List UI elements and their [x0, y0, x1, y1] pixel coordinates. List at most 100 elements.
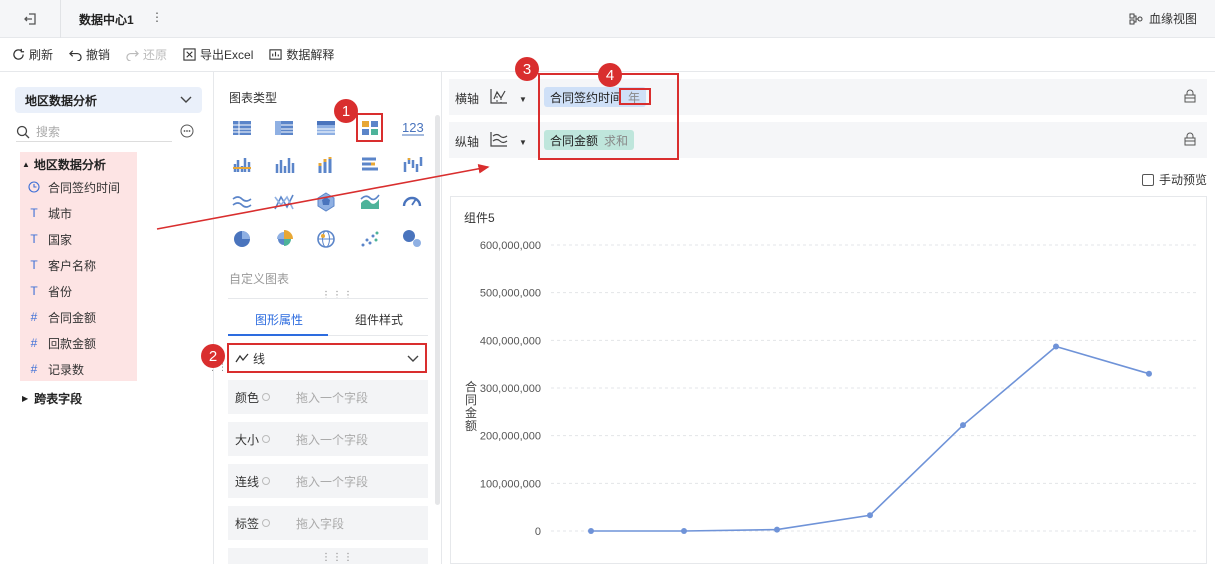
drag-handle-icon[interactable]: ⋮⋮ [208, 363, 228, 372]
field-label: 城市 [48, 206, 73, 221]
cross-table-fields[interactable]: ▶ 跨表字段 [22, 390, 82, 407]
mark-type-label: 线 [253, 351, 266, 366]
gauge-chart-icon[interactable] [401, 191, 423, 213]
refresh-button[interactable]: 刷新 [12, 46, 53, 63]
y-axis-field-pill[interactable]: 合同金额 求和 [544, 130, 635, 150]
grouped-bar-icon[interactable] [231, 154, 253, 176]
area-line-icon[interactable] [231, 191, 253, 213]
cross-table-chart-icon[interactable] [273, 117, 295, 139]
x-axis-row[interactable]: 横轴 ▼ 合同签约时间 年 [449, 79, 1207, 115]
y-tick-label: 400,000,000 [480, 335, 541, 347]
radar-chart-icon[interactable] [315, 191, 337, 213]
data-point[interactable] [774, 526, 780, 533]
redo-icon [126, 50, 139, 61]
kpi-123-icon[interactable]: 123 [401, 117, 425, 139]
rose-chart-icon[interactable] [273, 228, 295, 250]
undo-button[interactable]: 撤销 [69, 46, 110, 63]
chart-type-label: 图表类型 [229, 91, 278, 105]
field-item[interactable]: T 省份 [28, 282, 72, 300]
scatter-chart-icon[interactable] [359, 228, 381, 250]
label-label: 标签 [235, 516, 260, 531]
manual-preview-label: 手动预览 [1158, 173, 1207, 187]
multi-line-icon[interactable] [273, 191, 295, 213]
data-point[interactable] [1146, 370, 1152, 377]
field-item[interactable]: T 城市 [28, 204, 72, 222]
field-item[interactable]: T 国家 [28, 230, 72, 248]
undo-icon [69, 50, 82, 61]
settings-icon[interactable] [262, 477, 271, 485]
caret-down-icon[interactable]: ▼ [519, 138, 527, 147]
area-chart-icon[interactable] [359, 191, 381, 213]
label-field-slot[interactable]: 标签 拖入字段 [228, 506, 428, 540]
line-chart: 0 100,000,000 200,000,000 300,000,000 400,00… [465, 240, 1196, 538]
y-axis-row[interactable]: 纵轴 ▼ 合同金额 求和 [449, 122, 1207, 158]
lock-icon[interactable] [1183, 89, 1197, 103]
panel-scrollbar[interactable] [435, 115, 440, 505]
bar-chart-icon[interactable] [359, 154, 381, 176]
dataset-select[interactable]: 地区数据分析 [15, 87, 202, 113]
field-label: 记录数 [48, 362, 85, 377]
field-item[interactable]: T 客户名称 [28, 256, 96, 274]
data-explain-button[interactable]: 数据解释 [269, 46, 334, 63]
data-point[interactable] [1053, 343, 1059, 350]
line-mark-icon [235, 353, 249, 363]
count-type-icon: # [30, 362, 38, 376]
map-chart-icon[interactable] [315, 228, 337, 250]
field-item[interactable]: 合同签约时间 [28, 178, 120, 196]
data-point[interactable] [867, 512, 873, 519]
y-axis-icon [490, 132, 508, 147]
y-tick-label: 300,000,000 [480, 383, 541, 395]
exit-icon[interactable] [22, 10, 40, 28]
field-group-header[interactable]: ▲ 地区数据分析 [22, 156, 106, 173]
number-type-icon: # [30, 336, 38, 350]
redo-button[interactable]: 还原 [126, 46, 167, 63]
caret-down-icon[interactable]: ▼ [519, 95, 527, 104]
x-field-granularity[interactable]: 年 [628, 89, 640, 106]
x-field-name: 合同签约时间 [550, 90, 623, 105]
lineage-icon [1129, 13, 1143, 24]
size-field-slot[interactable]: 大小 拖入一个字段 [228, 422, 428, 456]
stacked-column-icon[interactable] [315, 154, 337, 176]
export-excel-button[interactable]: 导出Excel [183, 46, 253, 63]
field-search-input[interactable]: 搜索 [16, 122, 172, 142]
custom-chart-icon[interactable] [359, 117, 381, 139]
custom-chart-label: 自定义图表 [229, 272, 290, 286]
field-item[interactable]: # 回款金额 [28, 334, 96, 352]
lock-icon[interactable] [1183, 132, 1197, 146]
manual-preview-toggle[interactable]: 手动预览 [1141, 171, 1207, 188]
table-chart-icon[interactable] [231, 117, 253, 139]
connect-placeholder: 拖入一个字段 [296, 474, 369, 489]
pie-chart-icon[interactable] [231, 228, 253, 250]
tab-component-style[interactable]: 组件样式 [355, 311, 403, 328]
tab-shape-properties[interactable]: 图形属性 [255, 311, 303, 328]
topbar-divider [60, 0, 61, 38]
search-placeholder: 搜索 [36, 125, 61, 139]
connect-field-slot[interactable]: 连线 拖入一个字段 [228, 464, 428, 498]
caret-down-icon: ▲ [22, 160, 30, 169]
data-point[interactable] [588, 528, 594, 534]
more-menu-icon[interactable]: ⋮ [151, 10, 163, 24]
y-field-aggregation[interactable]: 求和 [604, 132, 628, 149]
detail-table-chart-icon[interactable] [315, 117, 337, 139]
color-field-slot[interactable]: 颜色 拖入一个字段 [228, 380, 428, 414]
field-item[interactable]: # 记录数 [28, 360, 84, 378]
data-point[interactable] [681, 528, 687, 534]
more-options-icon[interactable] [180, 124, 194, 138]
chart-component[interactable]: 组件5 0 100,000,000 200,000,000 300,000,000 40… [450, 196, 1207, 564]
bubble-chart-icon[interactable] [401, 228, 423, 250]
resize-handle-icon[interactable]: ⋮⋮⋮ [321, 552, 354, 563]
explain-icon [269, 49, 283, 60]
settings-icon[interactable] [262, 519, 271, 527]
column-chart-icon[interactable] [273, 154, 295, 176]
manual-preview-checkbox[interactable] [1141, 173, 1154, 186]
data-point[interactable] [960, 422, 966, 429]
x-axis-field-pill[interactable]: 合同签约时间 年 [544, 87, 647, 107]
settings-icon[interactable] [262, 435, 271, 443]
mark-type-select[interactable]: 线 [227, 343, 427, 373]
settings-icon[interactable] [262, 393, 271, 401]
refresh-label: 刷新 [29, 48, 54, 62]
text-type-icon: T [30, 232, 38, 246]
field-item[interactable]: # 合同金额 [28, 308, 96, 326]
lineage-view-button[interactable]: 血缘视图 [1129, 10, 1197, 27]
waterfall-chart-icon[interactable] [401, 154, 423, 176]
